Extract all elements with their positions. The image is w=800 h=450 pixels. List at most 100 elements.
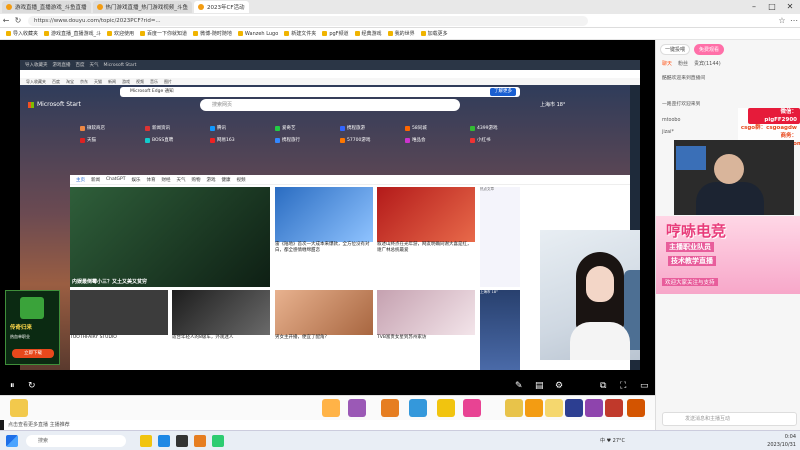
remote-bookmark: 视频 <box>136 78 144 84</box>
free-watch-button[interactable]: 免费观看 <box>694 44 725 55</box>
tab-chat[interactable]: 聊天 <box>662 60 672 70</box>
maximize-icon[interactable]: □ <box>763 0 781 14</box>
brand-line: 主播职业队员 <box>666 242 714 252</box>
bookmark-item[interactable]: 导入收藏夹 <box>6 30 38 37</box>
taskbar: 搜索 0:04 2023/10/31 中 ♥ 27°C <box>0 430 800 450</box>
ad-download-button[interactable]: 立即下载 <box>12 349 54 358</box>
bookmark-item[interactable]: 微博-随时随地 <box>193 30 232 37</box>
feed-tab: 购物 <box>191 177 201 183</box>
taskbar-search[interactable]: 搜索 <box>26 435 126 447</box>
theater-icon[interactable]: ▭ <box>640 381 649 391</box>
app-icon <box>210 137 215 143</box>
gift-icon[interactable] <box>505 399 523 417</box>
clock-date: 2023/10/31 <box>767 442 796 448</box>
contact-overlay: 微信：pigFF2900 csgo群：csgoagdw 商务：dai2hdp04… <box>738 108 800 147</box>
danmaku-icon[interactable]: ▤ <box>535 381 544 391</box>
player-controls: ⏸ ↻ ✎ ▤ ⚙ ⧉ ⛶ ▭ <box>0 378 655 395</box>
close-icon[interactable]: ✕ <box>781 0 799 14</box>
bookmark-item[interactable]: 经典游戏 <box>354 30 382 37</box>
extensions-icon[interactable]: ⋯ <box>788 16 800 25</box>
chat-panel: 一键投喂 免费观看 聊天 粉丝 贵宾(1144) 酷酷欢迎来到直播间 一路歪打欢… <box>655 40 800 430</box>
card-image <box>377 187 475 242</box>
card-image <box>70 290 168 335</box>
back-icon[interactable]: ← <box>0 16 12 25</box>
gift-icon[interactable] <box>565 399 583 417</box>
gift-icon[interactable] <box>585 399 603 417</box>
bookmark-label: 百度一下你就知道 <box>147 31 188 37</box>
app-icon[interactable] <box>212 435 224 447</box>
gift-icon[interactable] <box>322 399 340 417</box>
app-icon[interactable] <box>176 435 188 447</box>
quick-link-label: 网易163 <box>217 138 235 143</box>
file-explorer-icon[interactable] <box>140 435 152 447</box>
feed-button[interactable]: 一键投喂 <box>660 44 691 55</box>
tab-vip[interactable]: 贵宾(1144) <box>694 60 721 70</box>
gift-icon[interactable] <box>409 399 427 417</box>
streamer-head <box>714 154 744 184</box>
browser-tab-active[interactable]: 2023年CF活动 <box>194 1 249 13</box>
card-title: TOOTHFAIRY STUDIO <box>70 335 117 340</box>
feed-tab: ChatGPT <box>106 177 126 182</box>
gift-icon[interactable] <box>463 399 481 417</box>
streamer-webcam <box>540 230 640 360</box>
quick-link-label: 微软商店 <box>87 126 105 131</box>
folder-icon <box>387 31 393 36</box>
bookmark-item[interactable]: pgF频道 <box>322 30 349 37</box>
bookmark-item[interactable]: 欢迎使用 <box>107 30 134 37</box>
game-logo-icon <box>20 297 44 319</box>
remote-bookmark: 百度 <box>52 78 60 84</box>
gift-icon[interactable] <box>627 399 645 417</box>
app-icon <box>470 137 475 143</box>
star-icon[interactable]: ☆ <box>776 16 788 25</box>
gift-icon[interactable] <box>545 399 563 417</box>
refresh-icon[interactable]: ↻ <box>12 16 24 25</box>
game-ad-banner[interactable]: 传奇归来 热血单职业 立即下载 <box>5 290 60 365</box>
gift-icon[interactable] <box>525 399 543 417</box>
folder-icon <box>420 31 426 36</box>
quick-link: 网易163 <box>210 137 235 143</box>
bookmark-item[interactable]: Wanzeh Lugo <box>237 31 278 37</box>
bookmark-item[interactable]: 游戏直播_直播游戏_斗 <box>44 30 101 37</box>
browser-tab[interactable]: 热门游戏直播_热门游戏视频_斗鱼 <box>92 1 193 13</box>
streamer-facecam <box>674 140 794 215</box>
feed-tab: 游戏 <box>206 177 216 183</box>
chat-input[interactable]: 发送消息和主播互动 <box>662 412 797 426</box>
gift-icon[interactable] <box>437 399 455 417</box>
app-icon <box>275 137 280 143</box>
card-image <box>172 290 270 335</box>
bookmark-item[interactable]: 加载更多 <box>420 30 448 37</box>
bookmark-item[interactable]: 我的世界 <box>387 30 415 37</box>
app-icon <box>340 125 345 131</box>
folder-icon <box>140 31 146 36</box>
edit-icon[interactable]: ✎ <box>515 381 523 391</box>
folder-icon <box>107 31 113 36</box>
gift-icon[interactable] <box>348 399 366 417</box>
minimize-icon[interactable]: – <box>745 0 763 14</box>
url-input[interactable]: https://www.douyu.com/topic/2023PCF?rid=… <box>28 15 588 26</box>
card-title: 男女主开播，便宜了配角？ <box>275 335 329 340</box>
pause-icon[interactable]: ⏸ <box>10 381 15 391</box>
settings-icon[interactable]: ⚙ <box>555 381 563 391</box>
windows-start-icon[interactable] <box>6 435 18 447</box>
feed-tab: 财经 <box>161 177 171 183</box>
refresh-icon[interactable]: ↻ <box>28 381 36 391</box>
browser-tab[interactable]: 游戏直播_直播游戏_斗鱼直播 <box>2 1 91 13</box>
folder-icon <box>237 31 243 36</box>
app-icon[interactable] <box>194 435 206 447</box>
stream-notice[interactable]: 点击查看更多直播 主播推荐 <box>4 420 655 430</box>
edge-icon[interactable] <box>158 435 170 447</box>
bookmark-item[interactable]: 新建文件夹 <box>284 30 316 37</box>
pip-icon[interactable]: ⧉ <box>600 381 606 391</box>
chat-message: 酷酷欢迎来到直播间 <box>662 76 706 81</box>
tab-fans[interactable]: 粉丝 <box>678 60 688 70</box>
card-image <box>275 290 373 335</box>
gift-icon[interactable] <box>10 399 28 417</box>
gift-icon[interactable] <box>605 399 623 417</box>
folder-icon <box>322 31 328 36</box>
quick-link: 携程旅游 <box>340 125 365 131</box>
fullscreen-icon[interactable]: ⛶ <box>620 381 626 391</box>
csgo-group-label: csgo群：csgoagdw <box>740 125 797 131</box>
douyu-icon <box>6 4 12 10</box>
bookmark-item[interactable]: 百度一下你就知道 <box>140 30 187 37</box>
gift-icon[interactable] <box>381 399 399 417</box>
